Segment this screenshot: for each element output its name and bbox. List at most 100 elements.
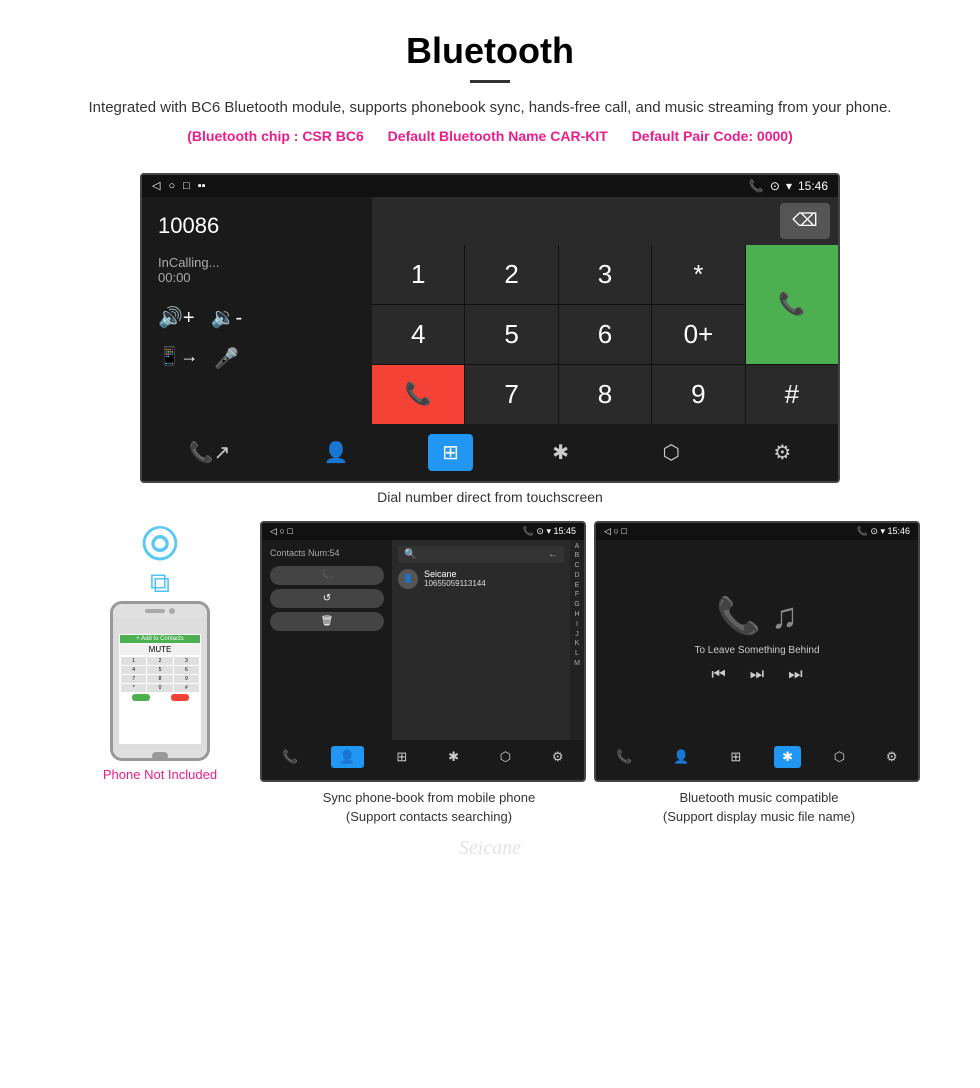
volume-down-icon[interactable]: 🔉- [211,305,243,330]
alpha-e[interactable]: E [570,581,584,591]
two-small-screens: ◁ ○ □ 📞 ⊙ ▾ 15:45 Contacts Num:54 📞 ↺ 🗑 … [260,521,920,782]
key-7[interactable]: 7 [465,365,557,424]
nav-settings[interactable]: ⚙ [759,434,805,471]
small-nav-bluetooth[interactable]: ✱ [440,746,467,768]
contacts-delete-btn[interactable]: 🗑 [270,612,384,631]
main-bottom-nav: 📞↗ 👤 ⊞ ✱ ⬡ ⚙ [142,424,838,481]
contacts-call-btn[interactable]: 📞 [270,566,384,585]
music-status-right: 📞 ⊙ ▾ 15:46 [857,526,910,537]
key-5[interactable]: 5 [465,305,557,364]
music-nav-settings[interactable]: ⚙ [878,746,906,768]
contacts-sync-btn[interactable]: ↺ [270,589,384,608]
prev-track-icon[interactable]: ⏮ [711,666,725,684]
music-song-title: To Leave Something Behind [694,645,819,656]
music-nav-contacts[interactable]: 👤 [665,746,697,768]
key-2[interactable]: 2 [465,245,557,304]
status-right: 📞 ⊙ ▾ 15:46 [749,179,828,193]
key-star[interactable]: * [652,245,744,304]
key-1[interactable]: 1 [372,245,464,304]
next-track-icon[interactable]: ⏭ [788,666,802,684]
spec-chip: (Bluetooth chip : CSR BC6 [187,128,364,144]
phone-add-contacts: + Add to Contacts [120,635,200,643]
small-nav-dialpad[interactable]: ⊞ [388,746,415,768]
contact-avatar: 👤 [398,569,418,589]
alpha-c[interactable]: C [570,561,584,571]
transfer-icon[interactable]: 📱→ [158,346,198,371]
music-nav-bluetooth[interactable]: ✱ [774,746,801,768]
small-nav-call[interactable]: 📞 [274,746,306,768]
volume-up-icon[interactable]: 🔊+ [158,305,195,330]
title-divider [470,80,510,83]
alpha-i[interactable]: I [570,620,584,630]
recents-icon: □ [183,180,190,192]
nav-call[interactable]: 📞↗ [175,434,245,471]
nav-bluetooth[interactable]: ✱ [538,434,583,471]
small-nav-settings[interactable]: ⚙ [544,746,572,768]
dial-number: 10086 [158,213,356,239]
key-6[interactable]: 6 [559,305,651,364]
numpad: 1 2 3 * 📞 4 5 6 0+ 📞 7 8 9 # [372,245,838,424]
phone-call-buttons [121,694,199,701]
alpha-b[interactable]: B [570,551,584,561]
alpha-k[interactable]: K [570,639,584,649]
contacts-count: Contacts Num:54 [270,548,384,558]
alphabet-list[interactable]: A B C D E F G H I J K L M [570,540,584,740]
contacts-search-bar: 🔍 ← [398,546,564,563]
music-nav-transfer[interactable]: ⬡ [826,746,853,768]
alpha-f[interactable]: F [570,590,584,600]
music-screen: ◁ ○ □ 📞 ⊙ ▾ 15:46 📞 ♫ To Leave Something… [594,521,920,782]
contacts-search-input[interactable] [420,549,548,560]
back-icon: ◁ [152,179,160,192]
dial-right: ⌫ 1 2 3 * 📞 4 5 6 0+ 📞 7 8 9 # [372,197,838,424]
nav-transfer[interactable]: ⬡ [648,434,693,471]
wifi-icon: ▾ [786,179,792,193]
contacts-right-panel: 🔍 ← 👤 Seicane 10655059113144 [392,540,570,740]
nav-dialpad[interactable]: ⊞ [428,434,473,471]
alpha-a[interactable]: A [570,542,584,552]
time-display: 15:46 [798,179,828,193]
play-pause-icon[interactable]: ⏭ [750,666,764,684]
music-phone-icon: 📞 ♫ [716,595,798,637]
key-4[interactable]: 4 [372,305,464,364]
key-3[interactable]: 3 [559,245,651,304]
bottom-section: ⦾ ⧉ + Add to Contacts MUTE 123 456 789 *… [0,521,980,782]
music-nav-dialpad[interactable]: ⊞ [722,746,749,768]
phone-inner-numpad: 123 456 789 *0# [121,657,199,692]
alpha-g[interactable]: G [570,600,584,610]
contacts-caption: Sync phone-book from mobile phone(Suppor… [268,788,590,827]
dial-body: 10086 InCalling... 00:00 🔊+ 🔉- 📱→ 🎤 ⌫ [142,197,838,424]
alpha-h[interactable]: H [570,610,584,620]
alpha-j[interactable]: J [570,630,584,640]
backspace-row: ⌫ [372,197,838,245]
location-icon: ⊙ [770,179,780,193]
contacts-caption-text: Sync phone-book from mobile phone(Suppor… [323,790,535,825]
main-screen-wrapper: ◁ ○ □ ▪▪ 📞 ⊙ ▾ 15:46 10086 InCalling... … [0,173,980,483]
backspace-small-icon: ← [548,549,558,560]
key-9[interactable]: 9 [652,365,744,424]
contacts-bottom-nav: 📞 👤 ⊞ ✱ ⬡ ⚙ [262,740,584,774]
contact-details: Seicane 10655059113144 [424,569,486,588]
phone-display-number: MUTE [120,644,200,655]
alpha-l[interactable]: L [570,649,584,659]
key-0plus[interactable]: 0+ [652,305,744,364]
phone-screen-inner: + Add to Contacts MUTE 123 456 789 *0# [119,634,201,744]
small-nav-contacts[interactable]: 👤 [331,746,363,768]
alpha-d[interactable]: D [570,571,584,581]
small-nav-transfer[interactable]: ⬡ [492,746,519,768]
dial-timer: 00:00 [158,270,356,285]
end-call-button[interactable]: 📞 [372,365,464,424]
music-nav-call[interactable]: 📞 [608,746,640,768]
dial-volume-controls: 🔊+ 🔉- [158,305,356,330]
contacts-left-panel: Contacts Num:54 📞 ↺ 🗑 [262,540,392,740]
key-hash[interactable]: # [746,365,838,424]
alpha-m[interactable]: M [570,659,584,669]
music-caption-text: Bluetooth music compatible(Support displ… [663,790,855,825]
nav-contacts[interactable]: 👤 [310,434,363,471]
call-button[interactable]: 📞 [746,245,838,364]
contacts-status-bar: ◁ ○ □ 📞 ⊙ ▾ 15:45 [262,523,584,540]
music-status-left: ◁ ○ □ [604,526,627,537]
key-8[interactable]: 8 [559,365,651,424]
mute-icon[interactable]: 🎤 [214,346,239,371]
dial-left: 10086 InCalling... 00:00 🔊+ 🔉- 📱→ 🎤 [142,197,372,424]
backspace-button[interactable]: ⌫ [780,203,830,239]
